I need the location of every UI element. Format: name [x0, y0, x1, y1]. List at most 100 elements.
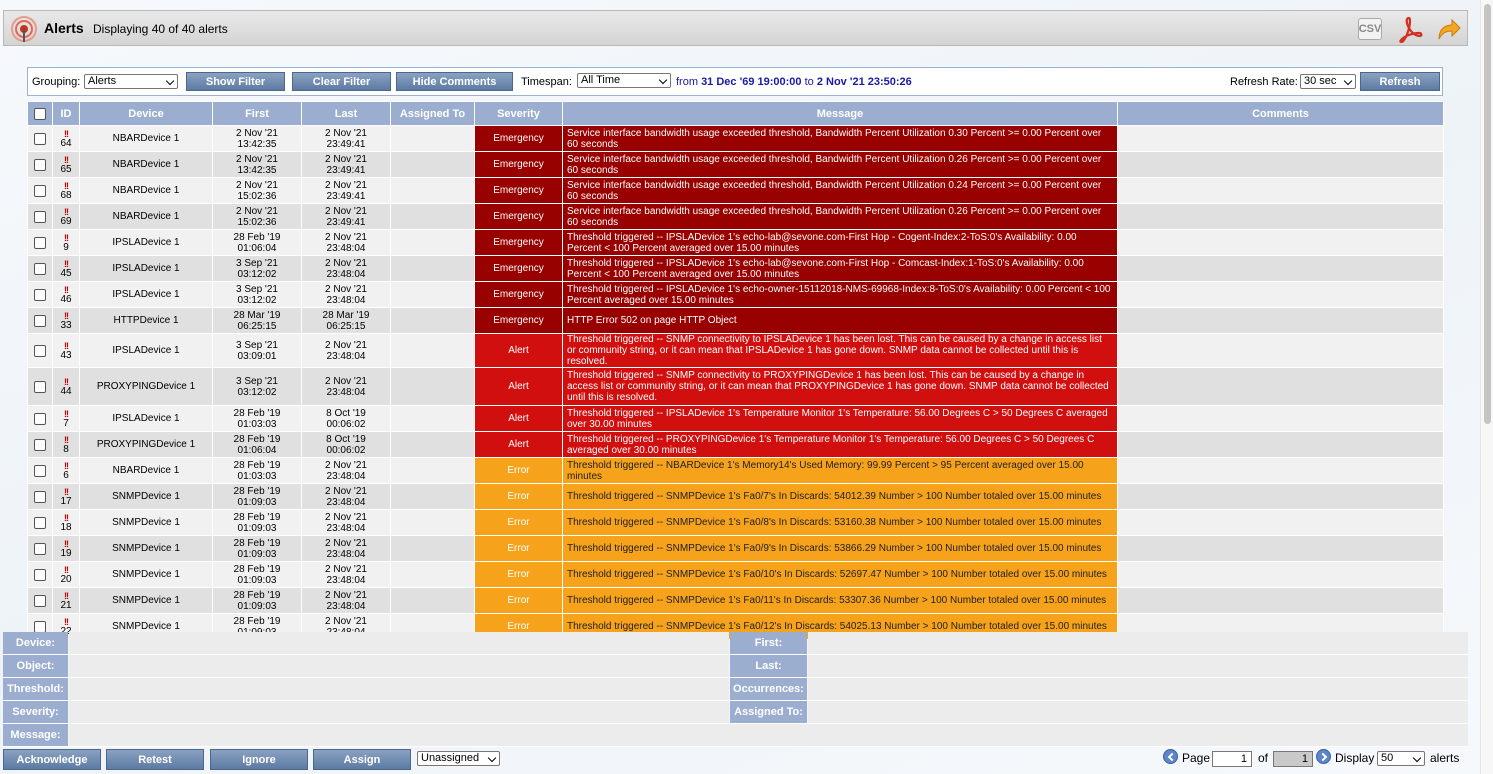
- row-checkbox-cell[interactable]: [27, 125, 53, 152]
- device-cell[interactable]: IPSLADevice 1: [79, 255, 213, 282]
- message-cell[interactable]: Threshold triggered -- IPSLADevice 1's T…: [562, 405, 1118, 432]
- message-cell[interactable]: HTTP Error 502 on page HTTP Object: [562, 307, 1118, 334]
- row-checkbox-cell[interactable]: [27, 431, 53, 458]
- row-checkbox[interactable]: [34, 236, 46, 249]
- column-header-device[interactable]: Device: [79, 101, 213, 126]
- select-all-checkbox[interactable]: [34, 107, 46, 120]
- comments-cell[interactable]: [1117, 125, 1444, 152]
- row-checkbox[interactable]: [34, 158, 46, 171]
- row-checkbox[interactable]: [34, 594, 46, 607]
- table-row[interactable]: !! 68 NBARDevice 12 Nov '21 15:02:36 2 Nov '…: [27, 177, 1444, 204]
- row-checkbox[interactable]: [34, 620, 46, 633]
- comments-cell[interactable]: [1117, 307, 1444, 334]
- comments-cell[interactable]: [1117, 457, 1444, 484]
- device-cell[interactable]: SNMPDevice 1: [79, 509, 213, 536]
- comments-cell[interactable]: [1117, 229, 1444, 256]
- device-cell[interactable]: HTTPDevice 1: [79, 307, 213, 334]
- row-checkbox-cell[interactable]: [27, 307, 53, 334]
- device-cell[interactable]: NBARDevice 1: [79, 125, 213, 152]
- comments-cell[interactable]: [1117, 281, 1444, 308]
- csv-icon[interactable]: CSV: [1358, 18, 1382, 40]
- hide-comments-button[interactable]: Hide Comments: [396, 72, 513, 91]
- retest-button[interactable]: Retest: [106, 749, 204, 770]
- table-row[interactable]: !! 65 NBARDevice 12 Nov '21 13:42:35 2 Nov '…: [27, 151, 1444, 178]
- column-header-assigned-to[interactable]: Assigned To: [390, 101, 475, 126]
- comments-cell[interactable]: [1117, 587, 1444, 614]
- row-checkbox[interactable]: [34, 314, 46, 327]
- message-cell[interactable]: Threshold triggered -- SNMPDevice 1's Fa…: [562, 509, 1118, 536]
- next-page-icon[interactable]: [1316, 749, 1331, 764]
- row-checkbox-cell[interactable]: [27, 561, 53, 588]
- row-checkbox[interactable]: [34, 490, 46, 503]
- refresh-button[interactable]: Refresh: [1360, 72, 1440, 91]
- message-cell[interactable]: Threshold triggered -- SNMPDevice 1's Fa…: [562, 587, 1118, 614]
- assign-button[interactable]: Assign: [313, 749, 411, 770]
- row-checkbox[interactable]: [34, 542, 46, 555]
- row-checkbox-cell[interactable]: [27, 535, 53, 562]
- comments-cell[interactable]: [1117, 405, 1444, 432]
- row-checkbox-cell[interactable]: [27, 255, 53, 282]
- device-cell[interactable]: NBARDevice 1: [79, 177, 213, 204]
- message-cell[interactable]: Threshold triggered -- IPSLADevice 1's e…: [562, 229, 1118, 256]
- device-cell[interactable]: SNMPDevice 1: [79, 587, 213, 614]
- device-cell[interactable]: PROXYPINGDevice 1: [79, 367, 213, 406]
- grouping-select[interactable]: Alerts: [84, 74, 178, 89]
- previous-page-icon[interactable]: [1163, 749, 1178, 764]
- row-checkbox-cell[interactable]: [27, 177, 53, 204]
- device-cell[interactable]: NBARDevice 1: [79, 203, 213, 230]
- row-checkbox-cell[interactable]: [27, 483, 53, 510]
- comments-cell[interactable]: [1117, 561, 1444, 588]
- row-checkbox[interactable]: [34, 438, 46, 451]
- table-row[interactable]: !! 64 NBARDevice 12 Nov '21 13:42:35 2 Nov '…: [27, 125, 1444, 152]
- comments-cell[interactable]: [1117, 203, 1444, 230]
- comments-cell[interactable]: [1117, 255, 1444, 282]
- device-cell[interactable]: NBARDevice 1: [79, 457, 213, 484]
- message-cell[interactable]: Threshold triggered -- PROXYPINGDevice 1…: [562, 431, 1118, 458]
- comments-cell[interactable]: [1117, 177, 1444, 204]
- device-cell[interactable]: IPSLADevice 1: [79, 229, 213, 256]
- table-row[interactable]: !! 44 PROXYPINGDevice 13 Sep '21 03:12:02 2 …: [27, 367, 1444, 406]
- ignore-button[interactable]: Ignore: [210, 749, 308, 770]
- show-filter-button[interactable]: Show Filter: [186, 72, 285, 91]
- table-row[interactable]: !! 9 IPSLADevice 1 28 Feb '19 01:06:04 2 Nov …: [27, 229, 1444, 256]
- comments-cell[interactable]: [1117, 333, 1444, 368]
- table-row[interactable]: !! 69 NBARDevice 12 Nov '21 15:02:36 2 Nov '…: [27, 203, 1444, 230]
- row-checkbox-cell[interactable]: [27, 333, 53, 368]
- acknowledge-button[interactable]: Acknowledge: [3, 749, 101, 770]
- row-checkbox-cell[interactable]: [27, 367, 53, 406]
- clear-filter-button[interactable]: Clear Filter: [292, 72, 391, 91]
- table-row[interactable]: !! 21 SNMPDevice 1 28 Feb '19 01:09:03 2 Nov …: [27, 587, 1444, 614]
- message-cell[interactable]: Threshold triggered -- IPSLADevice 1's e…: [562, 281, 1118, 308]
- timespan-select[interactable]: All Time: [577, 73, 671, 88]
- page-number-input[interactable]: 1: [1212, 751, 1252, 767]
- row-checkbox[interactable]: [34, 262, 46, 275]
- device-cell[interactable]: IPSLADevice 1: [79, 333, 213, 368]
- select-all-header[interactable]: [27, 101, 53, 126]
- device-cell[interactable]: SNMPDevice 1: [79, 483, 213, 510]
- comments-cell[interactable]: [1117, 509, 1444, 536]
- row-checkbox-cell[interactable]: [27, 203, 53, 230]
- pdf-icon[interactable]: [1397, 15, 1423, 43]
- comments-cell[interactable]: [1117, 535, 1444, 562]
- table-row[interactable]: !! 33 HTTPDevice 1 28 Mar '19 06:25:15 28 Mar…: [27, 307, 1444, 334]
- comments-cell[interactable]: [1117, 483, 1444, 510]
- message-cell[interactable]: Service interface bandwidth usage exceed…: [562, 125, 1118, 152]
- assign-user-select[interactable]: Unassigned: [417, 751, 500, 766]
- row-checkbox-cell[interactable]: [27, 151, 53, 178]
- row-checkbox[interactable]: [34, 464, 46, 477]
- row-checkbox-cell[interactable]: [27, 509, 53, 536]
- row-checkbox[interactable]: [34, 184, 46, 197]
- page-size-select[interactable]: 50: [1377, 751, 1425, 766]
- message-cell[interactable]: Threshold triggered -- IPSLADevice 1's e…: [562, 255, 1118, 282]
- row-checkbox[interactable]: [34, 344, 46, 357]
- column-header-severity[interactable]: Severity: [474, 101, 563, 126]
- row-checkbox-cell[interactable]: [27, 281, 53, 308]
- table-row[interactable]: !! 6 NBARDevice 1 28 Feb '19 01:03:03 2 Nov '…: [27, 457, 1444, 484]
- row-checkbox-cell[interactable]: [27, 587, 53, 614]
- column-header-last[interactable]: Last: [301, 101, 391, 126]
- message-cell[interactable]: Threshold triggered -- SNMPDevice 1's Fa…: [562, 561, 1118, 588]
- column-header-comments[interactable]: Comments: [1117, 101, 1444, 126]
- message-cell[interactable]: Service interface bandwidth usage exceed…: [562, 177, 1118, 204]
- page-scrollbar[interactable]: [1480, 0, 1493, 774]
- table-row[interactable]: !! 43 IPSLADevice 13 Sep '21 03:09:01 2 Nov …: [27, 333, 1444, 368]
